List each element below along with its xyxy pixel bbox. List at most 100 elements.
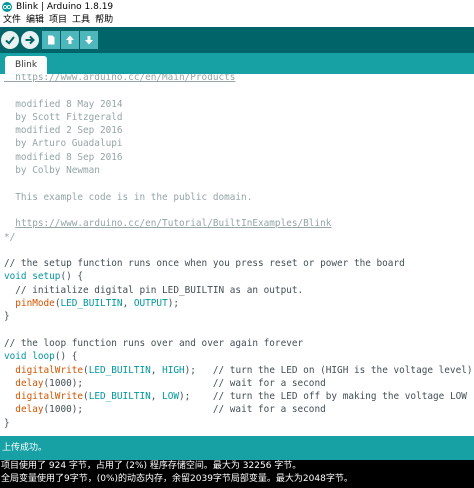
menu-edit[interactable]: 编辑 [24,14,46,27]
code-line[interactable] [4,244,473,257]
code-line[interactable] [4,177,473,190]
code-token: modified 8 Sep 2016 [4,151,123,163]
code-line[interactable]: modified 8 May 2014 [4,98,473,111]
code-token: modified 2 Sep 2016 [4,125,123,137]
code-token: by Scott Fitzgerald [4,111,123,123]
toolbar [0,27,474,53]
menu-tools[interactable]: 工具 [70,14,92,27]
code-line[interactable]: by Arturo Guadalupi [4,137,473,150]
code-token: digitalWrite [15,364,84,376]
code-line[interactable] [4,204,473,217]
code-line[interactable]: modified 2 Sep 2016 [4,124,473,137]
code-line[interactable] [4,324,473,337]
verify-button[interactable] [1,31,19,49]
status-bar: 上传成功。 [0,436,474,460]
tab-bar: Blink [0,53,474,74]
verify-icon [5,36,15,45]
code-line[interactable]: void loop() { [4,350,473,363]
code-token: OUTPUT [133,298,168,310]
code-token: , [122,298,134,310]
code-token: by Arturo Guadalupi [4,138,123,150]
code-token: */ [4,231,16,243]
code-line[interactable]: by Colby Newman [4,164,473,177]
code-token: } [4,311,10,323]
code-line[interactable]: modified 8 Sep 2016 [4,151,473,164]
console-line: 全局变量使用了9字节，(0%)的动态内存，余留2039字节局部变量。最大为204… [1,474,353,484]
code-line[interactable]: // the loop function runs over and over … [4,337,473,350]
code-line[interactable]: */ [4,231,473,244]
status-message: 上传成功。 [2,443,48,453]
code-line[interactable]: // the setup function runs once when you… [4,257,473,270]
code-token: LED_BUILTIN [60,298,123,310]
code-token: (1000); // wait for a second [43,404,326,416]
code-link[interactable]: https://www.arduino.cc/en/Tutorial/Built… [15,218,331,229]
code-token: modified 8 May 2014 [4,98,123,110]
console-output: 项目使用了 924 字节，占用了 (2%) 程序存储空间。最大为 32256 字… [0,460,474,488]
menu-sketch[interactable]: 项目 [47,14,69,27]
upload-icon [25,35,35,45]
code-token: delay [15,404,44,416]
code-token: loop [32,351,55,363]
save-button[interactable] [80,31,98,49]
save-icon [85,36,93,45]
code-text[interactable]: https://www.arduino.cc/en/Main/Products … [4,74,473,430]
code-line[interactable]: // initialize digital pin LED_BUILTIN as… [4,284,473,297]
code-line[interactable]: pinMode(LED_BUILTIN, OUTPUT); [4,297,473,310]
code-line[interactable]: delay(1000); // wait for a second [4,403,473,416]
code-line[interactable]: This example code is in the public domai… [4,191,473,204]
code-token: , [150,391,163,403]
code-token: ); [167,298,180,310]
code-token: LED_BUILTIN [88,391,151,403]
code-line[interactable]: void setup() { [4,270,473,283]
title-bar: Blink | Arduino 1.8.19 [0,0,474,14]
code-token: LED_BUILTIN [88,364,151,376]
menu-bar: 文件 编辑 项目 工具 帮助 [0,14,474,27]
code-token: delay [15,377,44,389]
upload-button[interactable] [21,31,39,49]
code-token: , [150,364,163,376]
code-token: // the setup function runs once when you… [4,258,405,270]
code-line[interactable] [4,84,473,97]
code-token: setup [32,271,61,283]
code-token: pinMode [15,298,55,310]
code-token: ); // turn the LED off by making the vol… [179,391,467,403]
code-line[interactable]: delay(1000); // wait for a second [4,377,473,390]
code-token: () { [54,351,78,363]
console-line: 项目使用了 924 字节，占用了 (2%) 程序存储空间。最大为 32256 字… [1,461,302,471]
code-token: () { [60,271,84,283]
menu-help[interactable]: 帮助 [93,14,115,27]
code-token: // initialize digital pin LED_BUILTIN as… [4,284,304,296]
code-editor[interactable]: https://www.arduino.cc/en/Main/Products … [0,74,474,436]
code-token: by Colby Newman [4,165,100,177]
arduino-logo-icon [2,2,12,12]
code-link[interactable]: https://www.arduino.cc/en/Main/Products [4,74,235,83]
code-line[interactable]: } [4,310,473,323]
new-icon [48,35,55,45]
window-title: Blink | Arduino 1.8.19 [16,2,114,12]
code-line[interactable]: by Scott Fitzgerald [4,111,473,124]
code-token: void [4,351,27,363]
code-token: ); // turn the LED on (HIGH is the volta… [184,364,473,376]
code-token: } [4,417,10,429]
code-token: HIGH [162,364,185,376]
code-line[interactable]: https://www.arduino.cc/en/Main/Products [4,74,473,84]
tab-blink[interactable]: Blink [5,56,48,74]
code-line[interactable]: } [4,417,473,430]
code-line[interactable]: https://www.arduino.cc/en/Tutorial/Built… [4,217,473,230]
code-line[interactable]: digitalWrite(LED_BUILTIN, LOW); // turn … [4,390,473,403]
open-button[interactable] [61,31,79,49]
code-token: // the loop function runs over and over … [4,337,304,349]
code-token: (1000); // wait for a second [43,377,326,389]
code-line[interactable]: digitalWrite(LED_BUILTIN, HIGH); // turn… [4,364,473,377]
code-token: This example code is in the public domai… [4,191,253,203]
code-token: LOW [162,391,180,403]
open-icon [66,35,74,44]
new-button[interactable] [42,31,60,49]
menu-file[interactable]: 文件 [1,14,23,27]
code-token: void [4,271,27,283]
